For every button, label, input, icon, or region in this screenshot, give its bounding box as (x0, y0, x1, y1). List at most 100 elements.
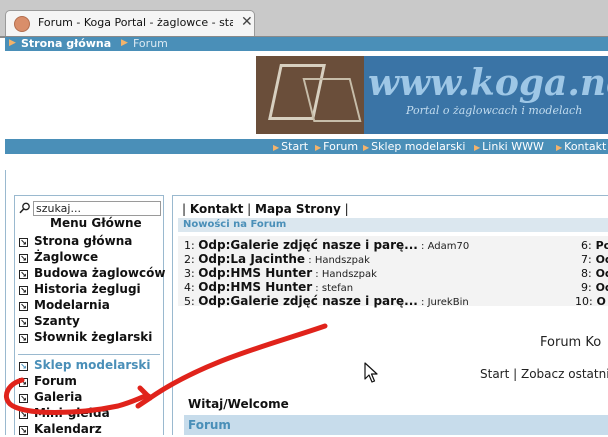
welcome-heading: Witaj/Welcome (188, 397, 289, 411)
nav-link-shop[interactable]: ▶ Sklep modelarski (363, 139, 465, 155)
nav-link-start[interactable]: ▶ Start (273, 139, 308, 155)
sidebar-item-history[interactable]: ↘ Historia żeglugi (19, 282, 141, 297)
tab-title: Forum - Koga Portal - żaglowce - statki.… (38, 16, 233, 29)
forum-nav-links[interactable]: Start | Zobacz ostatnie (480, 367, 608, 381)
list-item[interactable]: 1: Odp:Galerie zdjęć nasze i parę... : A… (184, 239, 469, 253)
bullet-box-icon: ↘ (19, 254, 28, 263)
list-item[interactable]: 7: Od (581, 253, 608, 266)
news-title[interactable]: Odp:La Jacinthe (198, 252, 305, 266)
news-list: 1: Odp:Galerie zdjęć nasze i parę... : A… (178, 236, 608, 309)
news-title[interactable]: Od (596, 267, 608, 280)
sidebar-item-label: Historia żeglugi (34, 282, 141, 296)
news-number: 5: (184, 295, 195, 308)
list-item[interactable]: 10: O (575, 295, 606, 308)
list-item[interactable]: 4: Odp:HMS Hunter : stefan (184, 281, 353, 295)
sidebar-divider (18, 354, 160, 355)
browser-tab-strip: Forum - Koga Portal - żaglowce - statki.… (0, 0, 608, 36)
list-item[interactable]: 9: Od (581, 281, 608, 294)
list-item[interactable]: 5: Odp:Galerie zdjęć nasze i parę... : J… (184, 295, 469, 309)
list-item[interactable]: 6: Po (581, 239, 608, 252)
list-item[interactable]: 2: Odp:La Jacinthe : Handszpak (184, 253, 370, 267)
news-title[interactable]: Po (596, 239, 608, 252)
news-number: 9: (581, 281, 592, 294)
news-title[interactable]: Od (596, 253, 608, 266)
arrow-right-icon: ▶ (474, 143, 481, 152)
bullet-box-icon: ↘ (19, 334, 28, 343)
bullet-box-icon: ↘ (19, 270, 28, 279)
sidebar-item-label: Modelarnia (34, 298, 110, 312)
header-banner[interactable]: www.koga.net Portal o żaglowcach i model… (256, 56, 608, 134)
sidebar-item-shop[interactable]: ↘ Sklep modelarski (19, 358, 150, 373)
list-item[interactable]: 8: Od (581, 267, 608, 280)
separator: : (417, 241, 428, 252)
sidebar-item-label: Kalendarz (34, 422, 102, 436)
separator: | (182, 202, 187, 216)
sidebar-item-sailing-ships[interactable]: ↘ Żaglowce (19, 250, 98, 265)
list-item[interactable]: 3: Odp:HMS Hunter : Handszpak (184, 267, 377, 281)
nav-link-label: Sklep modelarski (371, 140, 466, 153)
bullet-box-icon: ↘ (19, 378, 28, 387)
sidebar-item-label: Słownik żeglarski (34, 330, 153, 344)
nav-link-forum[interactable]: ▶ Forum (315, 139, 358, 155)
news-author: Handszpak (314, 255, 370, 266)
sidebar-item-dictionary[interactable]: ↘ Słownik żeglarski (19, 330, 152, 345)
sidebar-item-modelling[interactable]: ↘ Modelarnia (19, 298, 110, 313)
news-number: 2: (184, 253, 195, 266)
sidebar-item-label: Sklep modelarski (34, 358, 151, 372)
breadcrumb: ▶ Strona główna ▶ Forum (5, 37, 608, 51)
close-icon[interactable]: ✕ (241, 14, 253, 30)
news-number: 1: (184, 239, 195, 252)
separator: | (247, 202, 252, 216)
nav-link-label: Linki WWW (482, 140, 544, 153)
site-favicon-icon (14, 16, 30, 32)
nav-link-label: Kontakt (564, 140, 607, 153)
forum-section-header: Forum (184, 415, 608, 435)
news-number: 8: (581, 267, 592, 280)
search-input[interactable] (33, 201, 161, 216)
bullet-box-icon: ↘ (19, 426, 28, 435)
news-author: Adam70 (427, 241, 470, 252)
sitemap-link[interactable]: Mapa Strony (255, 202, 341, 216)
sidebar-item-forum[interactable]: ↘ Forum (19, 374, 77, 389)
sidebar-item-label: Mini-giełda (34, 406, 110, 420)
news-title[interactable]: O (597, 295, 606, 308)
menu-title: Menu Główne (50, 216, 142, 230)
separator: : (312, 269, 322, 280)
sidebar-item-home[interactable]: ↘ Strona główna (19, 234, 132, 249)
news-title[interactable]: Odp:Galerie zdjęć nasze i parę... (198, 238, 418, 252)
search-icon (19, 202, 31, 217)
utility-links: | Kontakt | Mapa Strony | (182, 202, 349, 216)
news-header: Nowości na Forum (178, 218, 608, 232)
breadcrumb-home-link[interactable]: Strona główna (21, 37, 111, 51)
sidebar-item-label: Budowa żaglowców (34, 266, 166, 280)
nav-link-contact[interactable]: ▶ Kontakt (556, 139, 606, 155)
site-logo-subtitle: Portal o żaglowcach i modelach (406, 104, 583, 117)
page-left-border (5, 170, 6, 435)
bullet-box-icon: ↘ (19, 318, 28, 327)
sidebar-item-exchange[interactable]: ↘ Mini-giełda (19, 406, 110, 421)
contact-link[interactable]: Kontakt (190, 202, 243, 216)
news-title[interactable]: Od (596, 281, 608, 294)
ship-model-photo (256, 56, 364, 134)
sidebar-item-ship-building[interactable]: ↘ Budowa żaglowców (19, 266, 165, 281)
news-title[interactable]: Odp:HMS Hunter (198, 266, 312, 280)
separator: : (417, 297, 428, 308)
bullet-box-icon: ↘ (19, 238, 28, 247)
arrow-right-icon: ▶ (363, 143, 370, 152)
sidebar-item-shanties[interactable]: ↘ Szanty (19, 314, 80, 329)
arrow-right-icon: ▶ (9, 38, 16, 48)
news-number: 10: (575, 295, 593, 308)
news-author: JurekBin (427, 297, 469, 308)
nav-link-links[interactable]: ▶ Linki WWW (474, 139, 544, 155)
browser-tab[interactable]: Forum - Koga Portal - żaglowce - statki.… (5, 10, 255, 36)
site-logo-title: www.koga.net (368, 62, 608, 104)
bullet-box-icon: ↘ (19, 286, 28, 295)
sidebar-item-gallery[interactable]: ↘ Galeria (19, 390, 82, 405)
separator: : (305, 255, 315, 266)
nav-link-label: Forum (323, 140, 359, 153)
news-title[interactable]: Odp:Galerie zdjęć nasze i parę... (198, 294, 418, 308)
bullet-box-icon: ↘ (19, 410, 28, 419)
sidebar-item-label: Forum (34, 374, 77, 388)
forum-page-title: Forum Ko (540, 335, 602, 350)
news-title[interactable]: Odp:HMS Hunter (198, 280, 312, 294)
